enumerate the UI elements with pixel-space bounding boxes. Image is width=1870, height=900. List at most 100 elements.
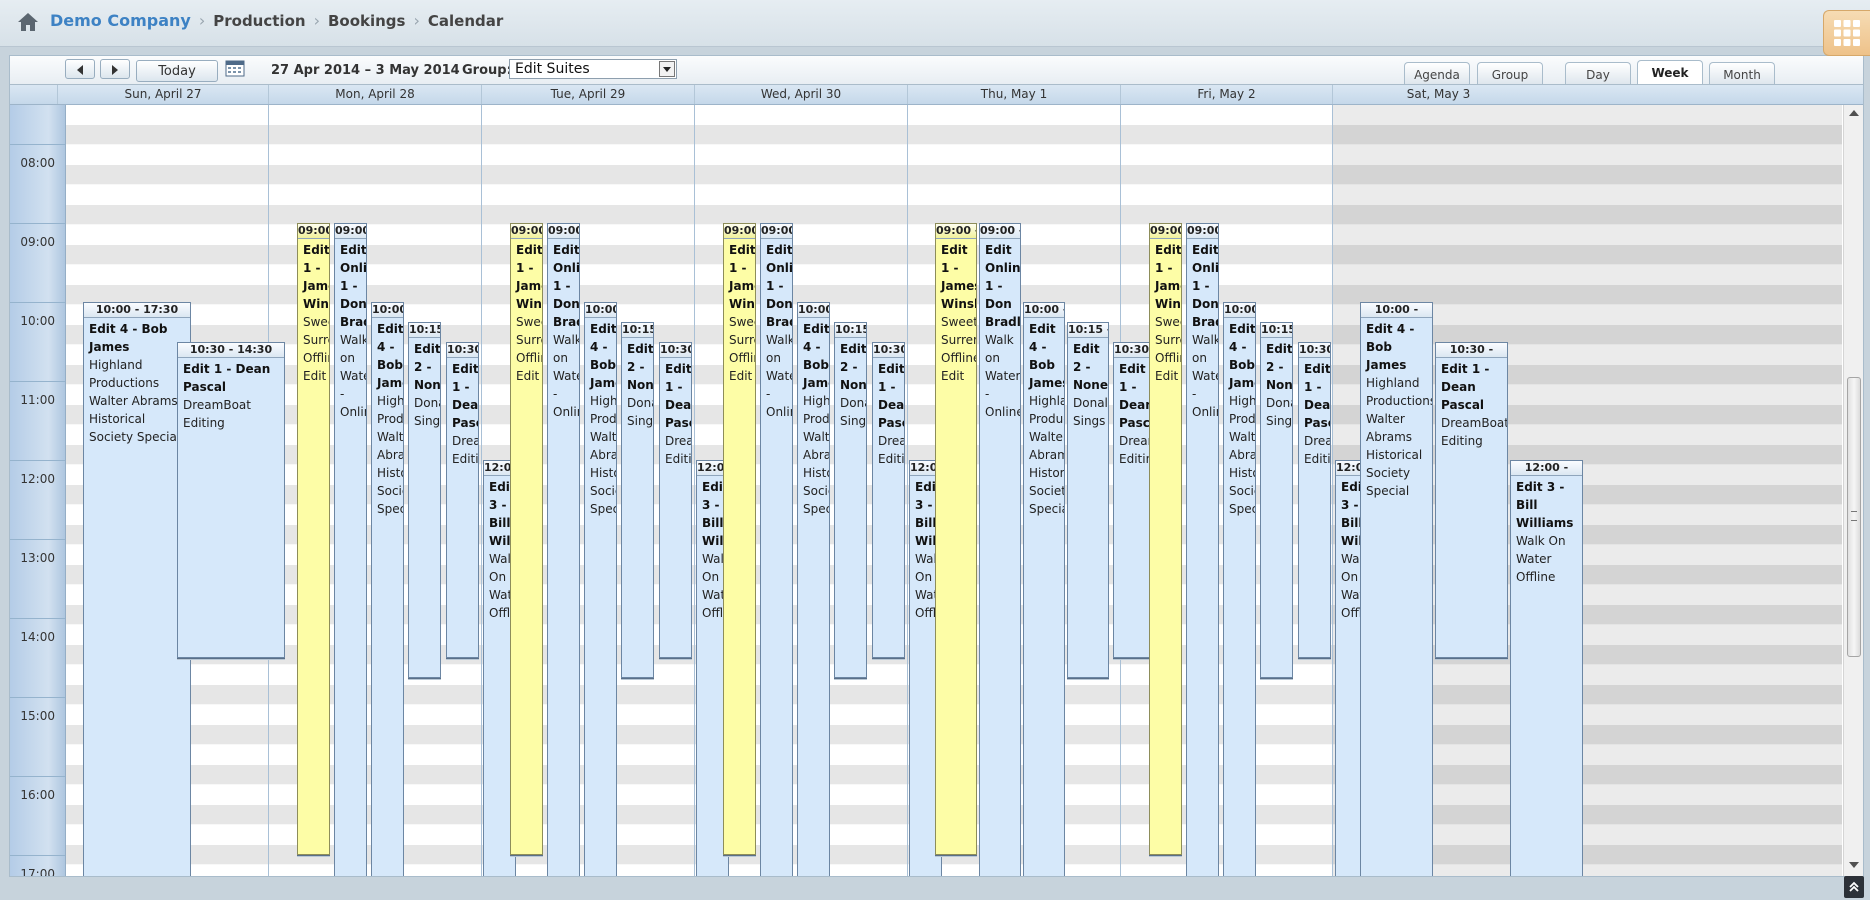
day-separator [694, 105, 695, 876]
scroll-down-icon[interactable] [1849, 862, 1859, 868]
chevron-right-icon: › [413, 11, 420, 30]
booking-event[interactable]: 09:00 - Edit Online 1 - Don Bradley Walk on… [979, 223, 1021, 876]
dropdown-arrow-icon[interactable] [659, 61, 675, 77]
event-detail: - [766, 387, 771, 401]
day-header-sun-april-27[interactable]: Sun, April 27 [57, 85, 268, 104]
time-grid[interactable]: 10:00 - 17:30 Edit 4 - Bob James Highland … [66, 105, 1842, 876]
event-title: Edit 4 - Bob James [1366, 322, 1415, 372]
booking-event[interactable]: 12:00 - Edit 3 - Bill Williams Walk On Wate… [1510, 460, 1583, 876]
event-detail: Edit [1155, 369, 1179, 383]
booking-event[interactable]: 09:00 Edit Online 1 - Don Bradley Walk on Wa… [334, 223, 367, 876]
booking-event[interactable]: 10:30 - Edit 1 - Dean Pascal DreamBoat Edit… [1435, 342, 1508, 658]
apps-menu-button[interactable] [1823, 10, 1870, 56]
event-detail: Sings [1073, 414, 1106, 428]
booking-event[interactable]: 10:30 Edit 1 - Dean Pascal DreamBoat Editin… [872, 342, 905, 658]
event-time: 10:30 - 14:30 [178, 343, 284, 358]
booking-event[interactable]: 10:15 - Edit 2 - None Donald Sings [1067, 322, 1109, 678]
today-button[interactable]: Today [136, 60, 218, 82]
week-calendar: Today 27 Apr 2014 – 3 May 2014 Group: Ed… [9, 55, 1864, 877]
day-header-fri-may-2[interactable]: Fri, May 2 [1120, 85, 1332, 104]
group-select[interactable]: Edit Suites [509, 59, 677, 79]
booking-event[interactable]: 09:00 Edit Online 1 - Don Bradley Walk on Wa… [547, 223, 580, 876]
scroll-thumb[interactable] [1847, 377, 1861, 657]
booking-event[interactable]: 10:30 Edit 1 - Dean Pascal DreamBoat Editin… [1298, 342, 1331, 658]
event-time: 10:00 [798, 303, 829, 318]
event-detail: Walter [1029, 430, 1065, 444]
breadcrumb: Demo Company › Production › Bookings › C… [50, 11, 503, 31]
event-detail: Offline [729, 351, 755, 365]
vertical-scrollbar[interactable] [1843, 105, 1863, 876]
tab-group[interactable]: Group [1477, 62, 1543, 84]
home-icon[interactable] [16, 10, 40, 34]
event-detail: Walk [1192, 333, 1219, 347]
previous-week-button[interactable] [65, 59, 95, 79]
next-week-button[interactable] [100, 59, 130, 79]
booking-event[interactable]: 10:30 Edit 1 - Dean Pascal DreamBoat Editin… [659, 342, 692, 658]
booking-event[interactable]: 10:00 - Edit 4 - Bob James Highland Product… [1023, 302, 1065, 876]
event-detail: Abrams [590, 448, 616, 462]
event-detail: Walter [1229, 430, 1256, 444]
breadcrumb-item-company[interactable]: Demo Company [50, 11, 191, 31]
event-time: 10:00 [585, 303, 616, 318]
booking-event[interactable]: 10:30 - 14:30 Edit 1 - Dean Pascal DreamBo… [177, 342, 285, 658]
event-detail: Walk On [1516, 534, 1566, 548]
booking-event[interactable]: 10:00 - 17:30 Edit 4 - Bob James Highland … [83, 302, 191, 876]
event-detail: Walter Abrams [89, 394, 178, 408]
event-detail: Productions [1229, 412, 1256, 426]
tab-day[interactable]: Day [1565, 62, 1631, 84]
booking-event[interactable]: 10:30 Edit 1 - Dean Pascal DreamBoat Editin… [446, 342, 479, 658]
event-detail: Historical [377, 466, 403, 480]
day-header-sat-may-3[interactable]: Sat, May 3 [1332, 85, 1544, 104]
booking-event[interactable]: 10:15 Edit 2 - None Donald Sings [621, 322, 654, 678]
booking-event[interactable]: 10:00 Edit 4 - Bob James Highland Productio… [584, 302, 617, 876]
day-header-tue-april-29[interactable]: Tue, April 29 [481, 85, 694, 104]
event-time: 10:15 [835, 323, 866, 338]
event-detail: Offline [303, 351, 329, 365]
event-time: 09:00 [1187, 224, 1218, 239]
calendar-body: 08:00 09:00 10:00 11:00 12:00 13:00 14:00 15:00… [10, 105, 1863, 876]
event-detail: Online [1192, 405, 1218, 419]
scroll-to-top-button[interactable] [1844, 876, 1864, 898]
day-header-thu-may-1[interactable]: Thu, May 1 [907, 85, 1120, 104]
tab-month[interactable]: Month [1709, 62, 1775, 84]
event-detail: Editing [1119, 452, 1154, 466]
booking-event[interactable]: 10:15 Edit 2 - None Donald Sings [408, 322, 441, 678]
event-title: Edit 1 - Dean Pascal [878, 362, 905, 430]
tab-agenda[interactable]: Agenda [1404, 62, 1470, 84]
event-time: 09:00 [298, 224, 329, 239]
event-time: 10:00 - [1024, 303, 1064, 318]
booking-event[interactable]: 09:00 Edit Online 1 - Don Bradley Walk on Wa… [760, 223, 793, 876]
booking-event[interactable]: 10:00 Edit 4 - Bob James Highland Productio… [371, 302, 404, 876]
hour-tick [10, 302, 65, 303]
scroll-up-icon[interactable] [1849, 110, 1859, 116]
event-time: 10:00 - 17:30 [84, 303, 190, 318]
calendar-icon[interactable] [225, 59, 245, 77]
booking-event[interactable]: 09:00 Edit Online 1 - Don Bradley Walk on Wa… [1186, 223, 1219, 876]
booking-event[interactable]: 10:00 Edit 4 - Bob James Highland Productio… [797, 302, 830, 876]
booking-event[interactable]: 09:00 Edit 1 - James Winslow Sweet Surrende… [1149, 223, 1182, 855]
event-detail: Donald [414, 396, 440, 410]
event-title: Edit 1 - Dean Pascal [452, 362, 479, 430]
event-title: Edit 1 - Dean Pascal [1304, 362, 1331, 430]
booking-event[interactable]: 09:00 Edit 1 - James Winslow Sweet Surrende… [510, 223, 543, 855]
booking-event[interactable]: 10:15 Edit 2 - None Donald Sings [834, 322, 867, 678]
booking-event[interactable]: 09:00 - Edit 1 - James Winslow Sweet Surren… [935, 223, 977, 855]
event-detail: Editing [1441, 434, 1483, 448]
event-detail: Edit [729, 369, 753, 383]
booking-event[interactable]: 09:00 Edit 1 - James Winslow Sweet Surrend… [297, 223, 330, 855]
event-detail: Productions [590, 412, 617, 426]
day-header-wed-april-30[interactable]: Wed, April 30 [694, 85, 907, 104]
event-detail: Donald [627, 396, 653, 410]
booking-event[interactable]: 10:00 - Edit 4 - Bob James Highland Product… [1360, 302, 1433, 876]
day-header-mon-april-28[interactable]: Mon, April 28 [268, 85, 481, 104]
event-detail: - [1192, 387, 1197, 401]
booking-event[interactable]: 09:00 Edit 1 - James Winslow Sweet Surrende… [723, 223, 756, 855]
triangle-left-icon [77, 65, 83, 75]
breadcrumb-item-bookings[interactable]: Bookings [328, 11, 406, 31]
booking-event[interactable]: 10:00 Edit 4 - Bob James Highland Productio… [1223, 302, 1256, 876]
breadcrumb-item-production[interactable]: Production [213, 11, 305, 31]
time-label: 12:00 [20, 472, 55, 486]
triangle-right-icon [112, 65, 118, 75]
booking-event[interactable]: 10:15 Edit 2 - None Donald Sings [1260, 322, 1293, 678]
tab-week[interactable]: Week [1637, 60, 1703, 84]
